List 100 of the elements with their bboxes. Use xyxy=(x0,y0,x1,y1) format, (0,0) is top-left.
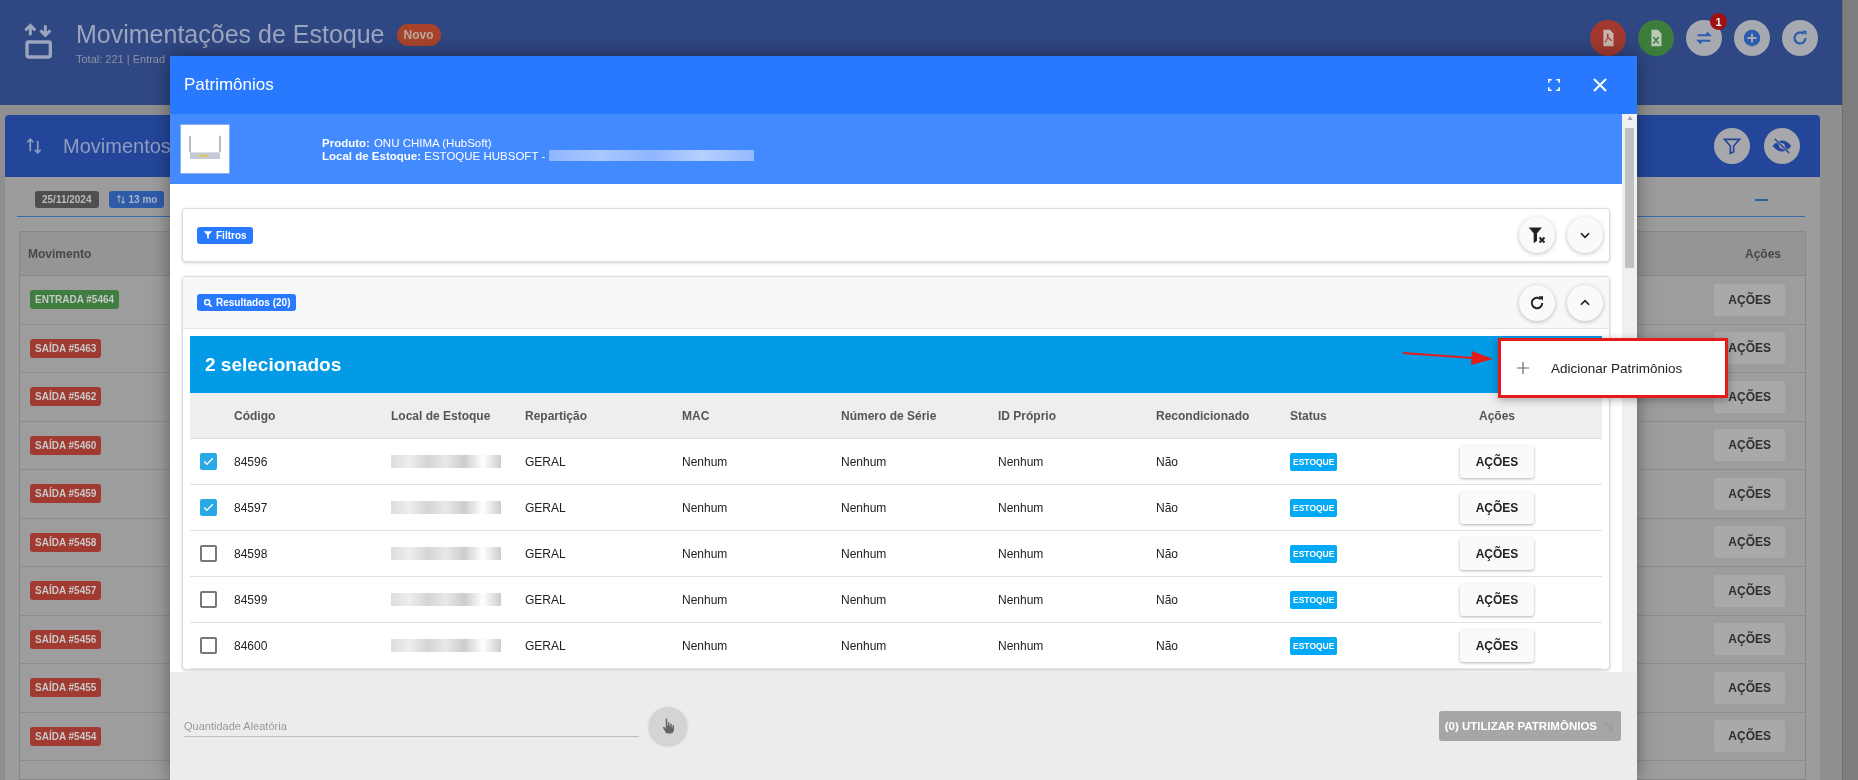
table-cell-text: GERAL xyxy=(525,638,567,653)
checkbox[interactable] xyxy=(200,453,217,470)
actions-button[interactable]: AÇÕES xyxy=(1714,720,1785,753)
table-cell-text: 84600 xyxy=(234,638,269,653)
table-cell-text: Nenhum xyxy=(998,592,1045,607)
table-cell-text: GERAL xyxy=(525,592,567,607)
status-tag: ESTOQUE xyxy=(1290,498,1338,517)
dialog-title: Patrimônios xyxy=(184,75,274,95)
scrollbar-thumb[interactable] xyxy=(1625,128,1634,268)
movement-tag: SAÍDA #5460 xyxy=(30,435,102,455)
movement-tag: SAÍDA #5458 xyxy=(30,532,102,552)
movement-tag: ENTRADA #5464 xyxy=(30,290,120,310)
table-cell-text: Nenhum xyxy=(998,454,1045,469)
table-cell-text: 84596 xyxy=(234,454,269,469)
up-down-arrows-icon xyxy=(25,136,43,156)
new-badge: Novo xyxy=(396,23,441,46)
clear-filters-button[interactable] xyxy=(1519,217,1555,253)
actions-button[interactable]: AÇÕES xyxy=(1714,671,1785,704)
refresh-icon xyxy=(1528,293,1546,312)
table-cell-text: 84598 xyxy=(234,546,269,561)
plus-icon xyxy=(1515,360,1531,376)
fullscreen-icon xyxy=(1547,78,1561,92)
column-header: Repartição xyxy=(525,408,589,423)
actions-button[interactable]: AÇÕES xyxy=(1714,477,1785,510)
column-header: MAC xyxy=(682,408,711,423)
movement-tag: SAÍDA #5457 xyxy=(30,581,102,601)
checkbox[interactable] xyxy=(200,591,217,608)
pick-button[interactable] xyxy=(649,707,687,745)
eye-off-icon xyxy=(1771,135,1793,157)
actions-button[interactable]: AÇÕES xyxy=(1459,491,1535,524)
location-text: Local de Estoque: ESTOQUE HUBSOFT - xyxy=(322,149,546,162)
results-tag: Resultados (20) xyxy=(197,294,297,311)
actions-button[interactable]: AÇÕES xyxy=(1714,526,1785,559)
table-cell-text: Nenhum xyxy=(998,500,1045,515)
checkmark-icon xyxy=(202,501,215,514)
up-down-arrows-icon xyxy=(115,194,126,205)
table-cell-text: Nenhum xyxy=(841,454,888,469)
table-cell-text: Nenhum xyxy=(998,546,1045,561)
checkbox[interactable] xyxy=(200,545,217,562)
collapse-icon[interactable] xyxy=(1755,198,1768,201)
actions-button[interactable]: AÇÕES xyxy=(1714,574,1785,607)
table-cell-text: Nenhum xyxy=(682,454,729,469)
column-header: Local de Estoque xyxy=(391,408,492,423)
table-cell-text: Não xyxy=(1156,638,1179,653)
table-cell-text: GERAL xyxy=(525,454,567,469)
filter-icon xyxy=(203,230,213,240)
filter-icon xyxy=(1722,136,1742,156)
actions-button[interactable]: AÇÕES xyxy=(1459,583,1535,616)
table-cell-text: Não xyxy=(1156,592,1179,607)
actions-button[interactable]: AÇÕES xyxy=(1714,283,1785,316)
transfer-button[interactable] xyxy=(1686,20,1722,56)
search-icon xyxy=(203,297,213,308)
table-cell-text: Nenhum xyxy=(682,546,729,561)
movement-tag: SAÍDA #5463 xyxy=(30,338,102,358)
table-cell-text: Nenhum xyxy=(998,638,1045,653)
column-header: Ações xyxy=(1478,408,1516,423)
table-cell-text: Não xyxy=(1156,546,1179,561)
actions-button[interactable]: AÇÕES xyxy=(1714,623,1785,656)
checkbox[interactable] xyxy=(200,499,217,516)
movement-tag: SAÍDA #5454 xyxy=(30,726,102,746)
filter-button[interactable] xyxy=(1714,128,1750,164)
filter-clear-icon xyxy=(1527,225,1547,245)
table-cell-text: Nenhum xyxy=(682,500,729,515)
column-header: Recondicionado xyxy=(1156,408,1251,423)
column-header: Número de Série xyxy=(841,408,938,423)
table-cell-text: Nenhum xyxy=(841,638,888,653)
column-header: Movimento xyxy=(28,246,92,261)
movement-tag: SAÍDA #5455 xyxy=(30,678,102,698)
filters-tag[interactable]: Filtros xyxy=(197,226,253,244)
column-header: Ações xyxy=(1744,246,1781,261)
status-tag: ESTOQUE xyxy=(1290,544,1338,563)
refresh-button[interactable] xyxy=(1519,284,1555,321)
hide-button[interactable] xyxy=(1764,128,1800,164)
table-cell-text: Não xyxy=(1156,454,1179,469)
menu-item[interactable]: Adicionar Patrimônios xyxy=(1501,341,1725,395)
actions-button[interactable]: AÇÕES xyxy=(1459,445,1535,478)
movement-tag: SAÍDA #5462 xyxy=(30,387,102,407)
movement-tag: SAÍDA #5456 xyxy=(30,629,102,649)
table-cell-text: Nenhum xyxy=(682,638,729,653)
actions-button[interactable]: AÇÕES xyxy=(1714,429,1785,462)
actions-button[interactable]: AÇÕES xyxy=(1459,629,1535,662)
column-header: ID Próprio xyxy=(998,408,1057,423)
table-cell-text: Nenhum xyxy=(682,592,729,607)
table-cell-text: Nenhum xyxy=(841,500,888,515)
actions-button[interactable]: AÇÕES xyxy=(1459,537,1535,570)
notification-badge: 1 xyxy=(1710,13,1727,30)
count-chip: 13 mo xyxy=(108,191,165,208)
product-text: Produto: ONU CHIMA (HubSoft) xyxy=(322,136,493,149)
excel-button[interactable] xyxy=(1638,20,1674,56)
checkmark-icon xyxy=(202,455,215,468)
pdf-button[interactable] xyxy=(1590,20,1626,56)
status-tag: ESTOQUE xyxy=(1290,452,1338,471)
table-cell-text: GERAL xyxy=(525,500,567,515)
add-button[interactable] xyxy=(1734,20,1770,56)
checkbox[interactable] xyxy=(200,637,217,654)
table-cell-text: Nenhum xyxy=(841,592,888,607)
quantity-input-field[interactable]: Quantidade Aleatória xyxy=(184,715,639,737)
status-tag: ESTOQUE xyxy=(1290,590,1338,609)
add-icon xyxy=(1741,27,1763,49)
date-chip: 25/11/2024 xyxy=(35,191,99,208)
